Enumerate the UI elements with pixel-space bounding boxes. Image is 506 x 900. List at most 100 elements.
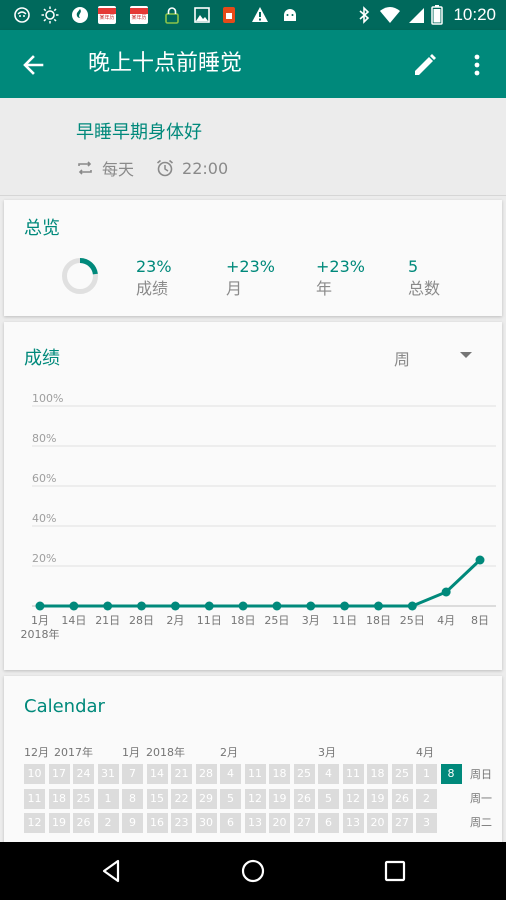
nav-recents-icon[interactable]: [380, 856, 410, 886]
dropdown-arrow-icon[interactable]: [460, 352, 472, 358]
calendar-month-label: 4月: [416, 746, 434, 759]
calendar-day[interactable]: 4: [318, 764, 339, 784]
calendar-day[interactable]: 26: [73, 813, 94, 833]
score-point: [170, 601, 180, 611]
calendar-day[interactable]: 6: [220, 813, 241, 833]
calendar-day[interactable]: 19: [367, 788, 388, 809]
calendar-day[interactable]: 26: [293, 788, 315, 809]
pencil-icon[interactable]: [410, 50, 440, 80]
calendar-day[interactable]: 2: [97, 813, 119, 833]
calendar-day[interactable]: 27: [391, 813, 413, 833]
calendar-day[interactable]: 5: [220, 788, 241, 809]
calendar-day[interactable]: 20: [269, 813, 290, 833]
calendar-day[interactable]: 1: [416, 764, 437, 784]
calendar-day[interactable]: 3: [416, 813, 437, 833]
y-tick-label: 20%: [32, 552, 56, 565]
overview-stat-month: +23% 月: [226, 257, 275, 301]
fire-icon: [70, 6, 90, 24]
calendar-day[interactable]: 12: [24, 813, 45, 833]
weekday-label: 周日: [470, 768, 492, 781]
x-tick-label: 21日: [95, 614, 120, 627]
overview-score-ring: [62, 258, 98, 294]
overview-card: 总览 23% 成绩 +23% 月 +23% 年 5 总数: [4, 200, 502, 316]
alarm-icon: [157, 159, 174, 177]
stat-label: 年: [316, 279, 333, 298]
overview-title: 总览: [24, 218, 60, 239]
score-card: 100% 80% 60% 40% 20% 1月 14日 21日 28日 2月 11日 18日 25日 3月…: [4, 322, 502, 670]
calendar-day[interactable]: 26: [391, 788, 413, 809]
brightness-icon: [40, 6, 60, 24]
calendar-day[interactable]: 11: [342, 764, 364, 784]
calendar-day[interactable]: 12: [244, 788, 266, 809]
calendar-day[interactable]: 13: [244, 813, 266, 833]
calendar-day[interactable]: 30: [195, 813, 217, 833]
calendar-day[interactable]: 25: [293, 764, 315, 784]
battery-icon: [430, 5, 444, 25]
navigation-bar: [0, 842, 506, 900]
nav-home-icon[interactable]: [238, 856, 268, 886]
nav-back-icon[interactable]: [96, 856, 126, 886]
calendar-day[interactable]: 4: [220, 764, 241, 784]
calendar-day[interactable]: 17: [48, 764, 70, 784]
bluetooth-icon: [356, 6, 372, 24]
calendar-day-checked[interactable]: 8: [440, 764, 462, 784]
calendar-day[interactable]: 14: [146, 764, 168, 784]
image-icon: [192, 6, 212, 24]
calendar-day[interactable]: 24: [73, 764, 94, 784]
calendar-day[interactable]: 11: [24, 788, 45, 809]
x-tick-label: 25日: [400, 614, 425, 627]
x-tick-label: 8日: [471, 614, 489, 627]
calendar-day[interactable]: 18: [48, 788, 70, 809]
calendar-day[interactable]: 21: [171, 764, 192, 784]
calendar-day[interactable]: 29: [195, 788, 217, 809]
score-point: [103, 601, 113, 611]
calendar-day[interactable]: 31: [97, 764, 119, 784]
calendar-day[interactable]: 18: [269, 764, 290, 784]
android-face-icon: [12, 6, 32, 24]
app-bar: 晚上十点前睡觉: [0, 30, 506, 98]
calendar-day[interactable]: 19: [48, 813, 70, 833]
calendar-day[interactable]: 2: [416, 788, 437, 809]
overview-stat-score: 23% 成绩: [136, 257, 172, 301]
habit-meta: 每天 22:00: [76, 156, 228, 180]
calendar-day[interactable]: 13: [342, 813, 364, 833]
calendar-day[interactable]: 18: [367, 764, 388, 784]
calendar-day[interactable]: 10: [24, 764, 45, 784]
score-point: [340, 601, 350, 611]
calendar-day[interactable]: 20: [367, 813, 388, 833]
calendar-day[interactable]: 15: [146, 788, 168, 809]
stat-value: +23%: [226, 257, 275, 276]
calendar-day[interactable]: 28: [195, 764, 217, 784]
calendar-year-label: 2017年: [54, 746, 93, 759]
x-tick-label: 28日: [129, 614, 154, 627]
x-tick-label: 11日: [332, 614, 357, 627]
calendar-day[interactable]: 1: [97, 788, 119, 809]
calendar-day[interactable]: 16: [146, 813, 168, 833]
calendar-day[interactable]: 7: [122, 764, 143, 784]
score-point: [137, 601, 147, 611]
period-dropdown[interactable]: 周: [394, 346, 410, 370]
calendar-day[interactable]: 12: [342, 788, 364, 809]
page-title: 晚上十点前睡觉: [88, 51, 243, 76]
calendar-day[interactable]: 25: [391, 764, 413, 784]
stat-label: 月: [226, 279, 243, 298]
calendar-day[interactable]: 5: [318, 788, 339, 809]
calendar-day[interactable]: 11: [244, 764, 266, 784]
x-tick-label: 4月: [437, 614, 455, 627]
calendar-day[interactable]: 27: [293, 813, 315, 833]
habit-reminder-time: 22:00: [182, 158, 229, 178]
calendar-day[interactable]: 19: [269, 788, 290, 809]
calendar-day[interactable]: 23: [171, 813, 192, 833]
arrow-back-icon[interactable]: [18, 50, 48, 80]
y-tick-label: 100%: [32, 392, 63, 405]
score-point: [407, 601, 417, 611]
calendar-day[interactable]: 9: [122, 813, 143, 833]
stat-value: 23%: [136, 257, 172, 276]
calendar-title: Calendar: [24, 696, 105, 717]
more-vert-icon[interactable]: [462, 50, 492, 80]
calendar-day[interactable]: 8: [122, 788, 143, 809]
calendar-day[interactable]: 6: [318, 813, 339, 833]
calendar-day[interactable]: 25: [73, 788, 94, 809]
score-point: [373, 601, 383, 611]
calendar-day[interactable]: 22: [171, 788, 192, 809]
